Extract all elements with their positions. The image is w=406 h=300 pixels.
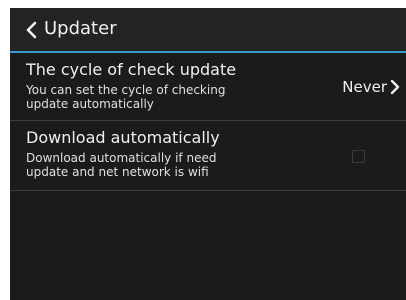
check-cycle-summary-line1: You can set the cycle of checking [26, 83, 226, 97]
auto-download-checkbox[interactable] [352, 150, 365, 163]
auto-download-summary: Download automatically if need update an… [26, 151, 216, 179]
auto-download-summary-line2: update and net network is wifi [26, 165, 209, 179]
auto-download-setting[interactable]: Download automatically Download automati… [10, 122, 406, 192]
check-cycle-value-text: Never [342, 78, 387, 96]
check-cycle-summary-line2: update automatically [26, 97, 154, 111]
check-cycle-title: The cycle of check update [26, 60, 237, 79]
check-cycle-summary: You can set the cycle of checking update… [26, 83, 225, 111]
check-cycle-value[interactable]: Never [342, 76, 400, 98]
auto-download-title: Download automatically [26, 128, 220, 147]
back-button[interactable] [16, 15, 46, 45]
action-bar: Updater [10, 8, 406, 53]
auto-download-summary-line1: Download automatically if need [26, 151, 217, 165]
check-cycle-setting[interactable]: The cycle of check update You can set th… [10, 54, 406, 120]
divider [10, 120, 406, 121]
chevron-left-icon [26, 21, 37, 39]
updater-screen: Updater The cycle of check update You ca… [10, 8, 406, 300]
chevron-right-icon [390, 79, 400, 95]
page-title: Updater [44, 18, 117, 39]
divider [10, 190, 406, 191]
